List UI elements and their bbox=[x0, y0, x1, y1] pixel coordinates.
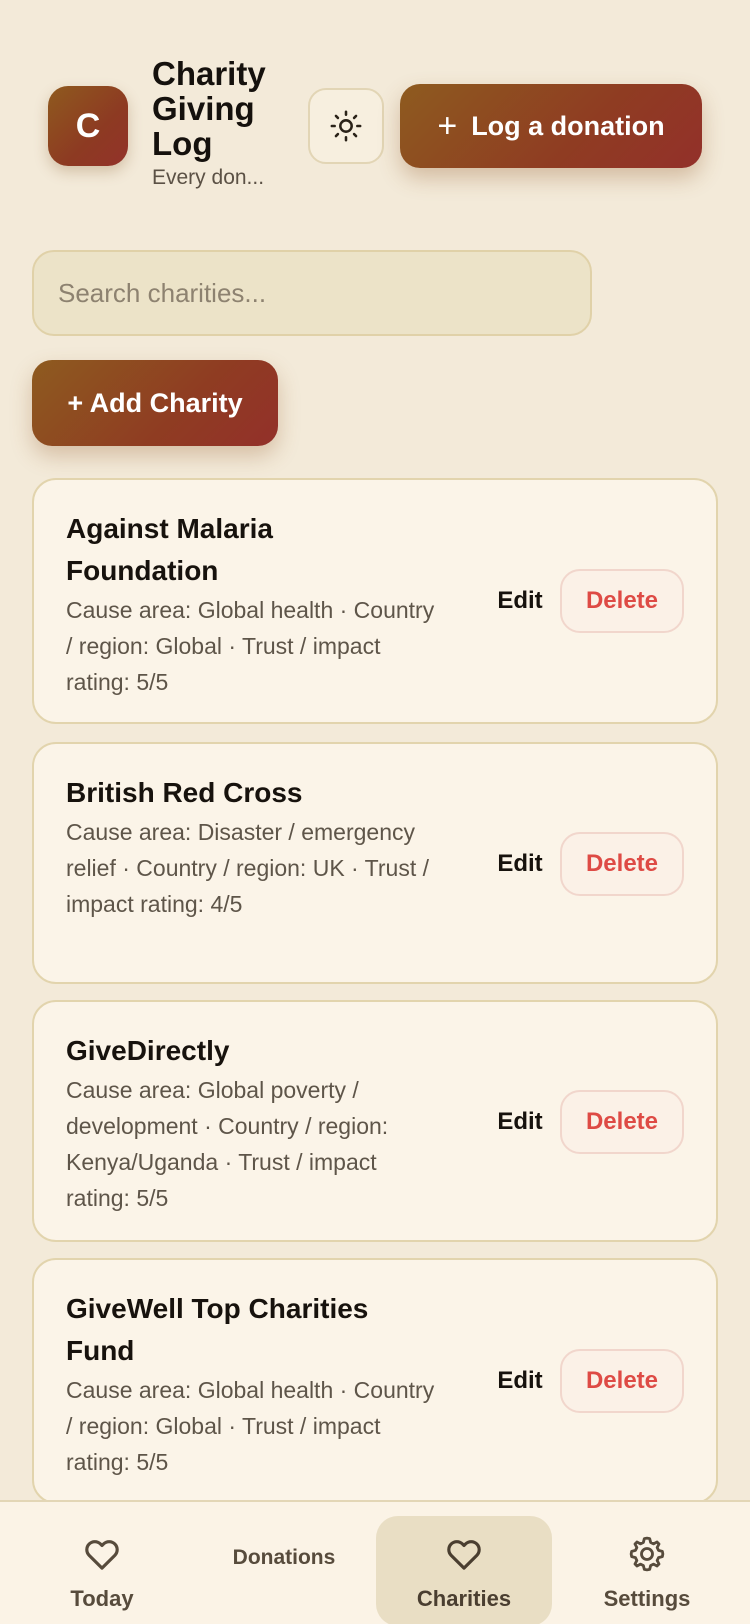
edit-button[interactable]: Edit bbox=[480, 581, 560, 621]
edit-button[interactable]: Edit bbox=[480, 1102, 560, 1142]
log-donation-label: Log a donation bbox=[471, 110, 665, 141]
delete-button[interactable]: Delete bbox=[560, 1349, 684, 1413]
app-header: C Charity Giving Log Every don... + Log … bbox=[48, 56, 702, 196]
add-charity-button[interactable]: + Add Charity bbox=[32, 360, 278, 446]
charity-meta: Cause area: Disaster / emergency relief … bbox=[66, 819, 430, 917]
log-donation-button[interactable]: + Log a donation bbox=[400, 84, 702, 168]
nav-item-today[interactable]: Today bbox=[14, 1516, 190, 1624]
charity-name: British Red Cross bbox=[66, 777, 303, 808]
charity-card: GiveDirectly Cause area: Global poverty … bbox=[32, 1000, 718, 1242]
page: C Charity Giving Log Every don... + Log … bbox=[0, 0, 750, 1624]
charity-meta: Cause area: Global health · Country / re… bbox=[66, 597, 435, 695]
nav-label-settings: Settings bbox=[603, 1586, 691, 1611]
app-logo: C bbox=[48, 86, 128, 166]
sun-icon bbox=[330, 110, 362, 142]
edit-button[interactable]: Edit bbox=[480, 1361, 560, 1401]
search-input[interactable] bbox=[32, 250, 592, 336]
charity-meta: Cause area: Global poverty / development… bbox=[66, 1077, 389, 1211]
nav-item-donations[interactable]: Donations bbox=[196, 1516, 372, 1624]
nav-item-charities[interactable]: Charities bbox=[376, 1516, 552, 1624]
bottom-nav: Today Donations Charities Settings bbox=[0, 1500, 750, 1624]
heart-icon bbox=[447, 1540, 481, 1570]
app-subtitle: Every don... bbox=[152, 166, 265, 189]
nav-label-donations: Donations bbox=[232, 1546, 336, 1569]
heart-icon bbox=[85, 1540, 119, 1570]
charity-name: GiveWell Top Charities Fund bbox=[66, 1293, 369, 1366]
charity-name: GiveDirectly bbox=[66, 1035, 230, 1066]
delete-button[interactable]: Delete bbox=[560, 1090, 684, 1154]
charity-meta: Cause area: Global health · Country / re… bbox=[66, 1377, 435, 1475]
charity-name: Against Malaria Foundation bbox=[66, 513, 273, 586]
nav-item-settings[interactable]: Settings bbox=[559, 1516, 735, 1624]
charity-card: GiveWell Top Charities Fund Cause area: … bbox=[32, 1258, 718, 1504]
plus-icon: + bbox=[437, 107, 458, 145]
nav-label-today: Today bbox=[70, 1586, 134, 1611]
nav-label-charities: Charities bbox=[416, 1586, 512, 1611]
delete-button[interactable]: Delete bbox=[560, 832, 684, 896]
charity-card: Against Malaria Foundation Cause area: G… bbox=[32, 478, 718, 724]
gear-icon bbox=[629, 1536, 665, 1572]
edit-button[interactable]: Edit bbox=[480, 844, 560, 884]
app-title: Charity Giving Log bbox=[152, 55, 266, 162]
delete-button[interactable]: Delete bbox=[560, 569, 684, 633]
charity-card: British Red Cross Cause area: Disaster /… bbox=[32, 742, 718, 984]
theme-toggle-button[interactable] bbox=[308, 88, 384, 164]
